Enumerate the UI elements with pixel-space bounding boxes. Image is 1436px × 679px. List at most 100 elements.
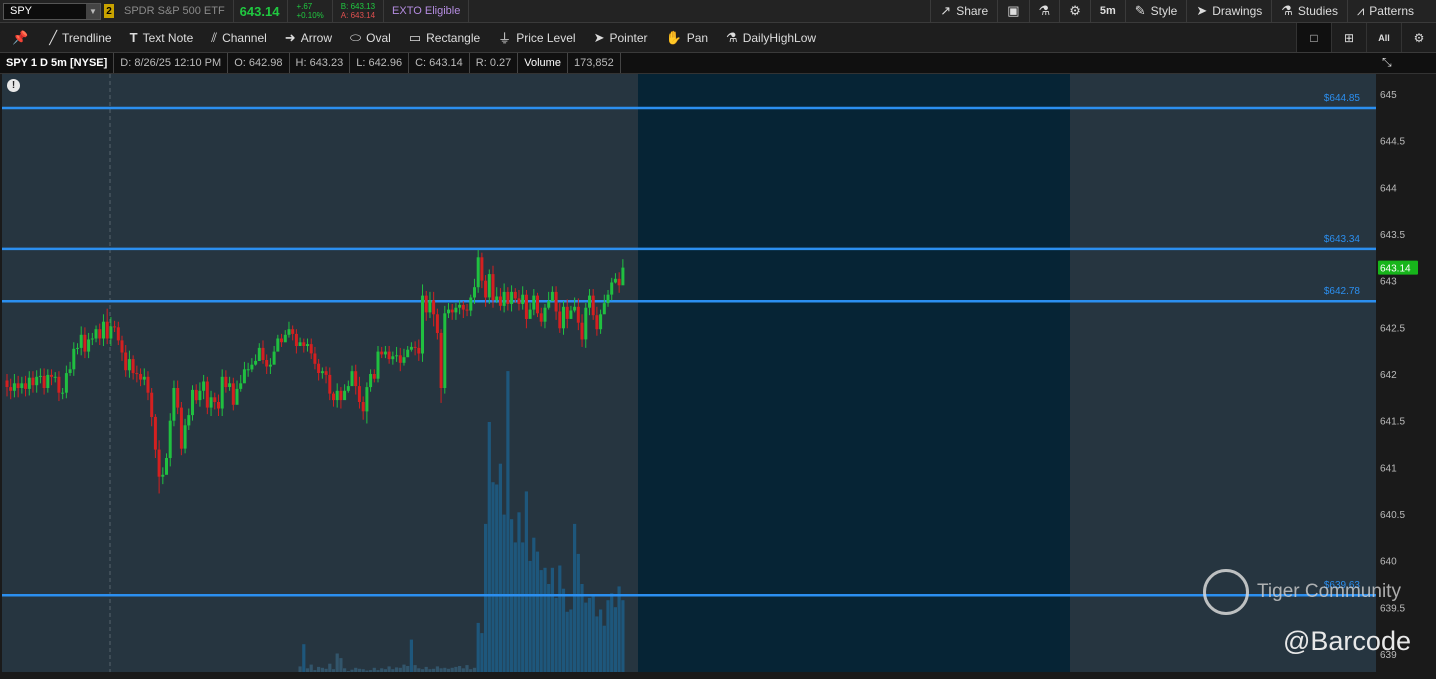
candle-body — [172, 388, 176, 421]
volume-bar — [380, 668, 384, 672]
candle-body — [280, 338, 283, 343]
tool-pan[interactable]: ✋ Pan — [657, 23, 718, 52]
candle-body — [205, 381, 209, 408]
candle-body — [235, 388, 239, 405]
crosshair-toggle-icon[interactable]: ⤡ — [1382, 55, 1392, 70]
candle-body — [491, 274, 495, 301]
tool-pointer[interactable]: ➤ Pointer — [585, 23, 657, 52]
tool-label: Pan — [686, 30, 709, 45]
pin-button[interactable]: 📌 — [0, 23, 40, 52]
candle-body — [428, 300, 432, 313]
flask-button[interactable]: ⚗ — [1028, 0, 1060, 22]
volume-bar — [517, 512, 521, 672]
tool-trendline[interactable]: ╱ Trendline — [40, 23, 120, 52]
volume-bar — [357, 668, 361, 672]
candle-body — [191, 389, 194, 416]
volume-bar — [498, 463, 502, 672]
candle-body — [68, 369, 72, 373]
patterns-icon: ⩘ — [1356, 3, 1365, 18]
volume-bar — [569, 609, 573, 672]
volume-bar — [565, 611, 569, 672]
grid-icon: ⊞ — [1343, 30, 1355, 45]
candle-body — [613, 278, 617, 283]
volume-bar — [461, 668, 465, 672]
style-button[interactable]: ✎ Style — [1124, 0, 1187, 22]
volume-bar — [535, 551, 540, 672]
candle-body — [506, 291, 510, 304]
candle-body — [20, 383, 24, 388]
tool-channel[interactable]: ⫽ Channel — [202, 23, 276, 52]
candle-body — [38, 375, 42, 377]
candle-body — [558, 311, 562, 329]
volume-bar — [543, 567, 547, 672]
volume-bar — [591, 595, 595, 672]
symbol-text: SPY — [10, 5, 33, 17]
grid-layout-button[interactable]: ⊞ — [1331, 23, 1366, 52]
symbol-input[interactable]: SPY ▼ — [3, 2, 101, 20]
tool-rectangle[interactable]: ▭ Rectangle — [400, 23, 489, 52]
all-button[interactable]: All — [1366, 23, 1401, 52]
candle-body — [357, 386, 361, 402]
tool-text-note[interactable]: T Text Note — [121, 23, 203, 52]
settings-button[interactable]: ⚙ — [1059, 0, 1090, 22]
volume-label: Volume — [518, 53, 568, 73]
patterns-button[interactable]: ⩘ Patterns — [1346, 0, 1436, 22]
symbol-dropdown-icon[interactable]: ▼ — [86, 3, 100, 19]
volume-bar — [454, 666, 458, 672]
alert-icon[interactable]: ! — [7, 79, 20, 92]
share-button[interactable]: ↗ Share — [930, 0, 997, 22]
candle-body — [242, 369, 246, 384]
symbol-description: SPDR S&P 500 ETF — [124, 5, 225, 17]
candle-body — [524, 294, 528, 319]
divider — [383, 0, 385, 22]
volume-bar — [513, 542, 517, 672]
share-icon: ↗ — [940, 3, 952, 18]
candle-body — [250, 364, 254, 370]
tool-price-level[interactable]: ⏚ Price Level — [489, 23, 584, 52]
candle-body — [42, 375, 46, 388]
single-layout-button[interactable]: □ — [1296, 23, 1331, 52]
drawings-label: Drawings — [1212, 4, 1263, 18]
volume-bar — [361, 669, 365, 672]
volume-bar — [502, 514, 506, 672]
candle-body — [176, 388, 180, 408]
tool-arrow[interactable]: ➜ Arrow — [276, 23, 341, 52]
candle-body — [454, 307, 458, 313]
candle-body — [424, 295, 428, 313]
tool-dailyhighlow[interactable]: ⚗ DailyHighLow — [717, 23, 825, 52]
candle-body — [194, 389, 198, 401]
candle-body — [294, 333, 298, 346]
volume-bar — [606, 600, 610, 672]
bar-high: H: 643.23 — [290, 53, 351, 73]
drawings-button[interactable]: ➤ Drawings — [1186, 0, 1271, 22]
candle-body — [580, 322, 584, 340]
candle-body — [383, 351, 387, 355]
candle-body — [435, 314, 439, 333]
price-axis-tick: 643 — [1380, 277, 1397, 288]
tool-oval[interactable]: ⬭ Oval — [341, 23, 400, 52]
timeframe-button[interactable]: 5m — [1089, 0, 1125, 22]
chart-settings-button[interactable]: ⚙ — [1401, 23, 1436, 52]
volume-bar — [484, 523, 488, 672]
candle-body — [369, 374, 373, 388]
studies-button[interactable]: ⚗ Studies — [1271, 0, 1347, 22]
volume-bar — [558, 565, 562, 672]
candle-body — [335, 390, 339, 401]
volume-bar — [324, 668, 328, 672]
divider — [331, 0, 333, 22]
oval-icon: ⬭ — [350, 29, 362, 45]
candle-body — [313, 353, 317, 364]
link-group-badge[interactable]: 2 — [104, 4, 114, 18]
price-axis-tick: 641.5 — [1380, 417, 1405, 428]
candle-body — [543, 307, 547, 322]
volume-bar — [443, 667, 447, 672]
bid-ask: B: 643.13 A: 643.14 — [341, 2, 375, 20]
price-axis-tick: 640.5 — [1380, 510, 1405, 521]
candle-body — [94, 329, 98, 339]
volume-bar — [369, 670, 373, 672]
candle-body — [387, 351, 391, 360]
trendline-icon: ╱ — [49, 29, 58, 45]
bar-close: C: 643.14 — [409, 53, 470, 73]
screenshot-button[interactable]: ▣ — [997, 0, 1028, 22]
candle-body — [432, 300, 436, 315]
